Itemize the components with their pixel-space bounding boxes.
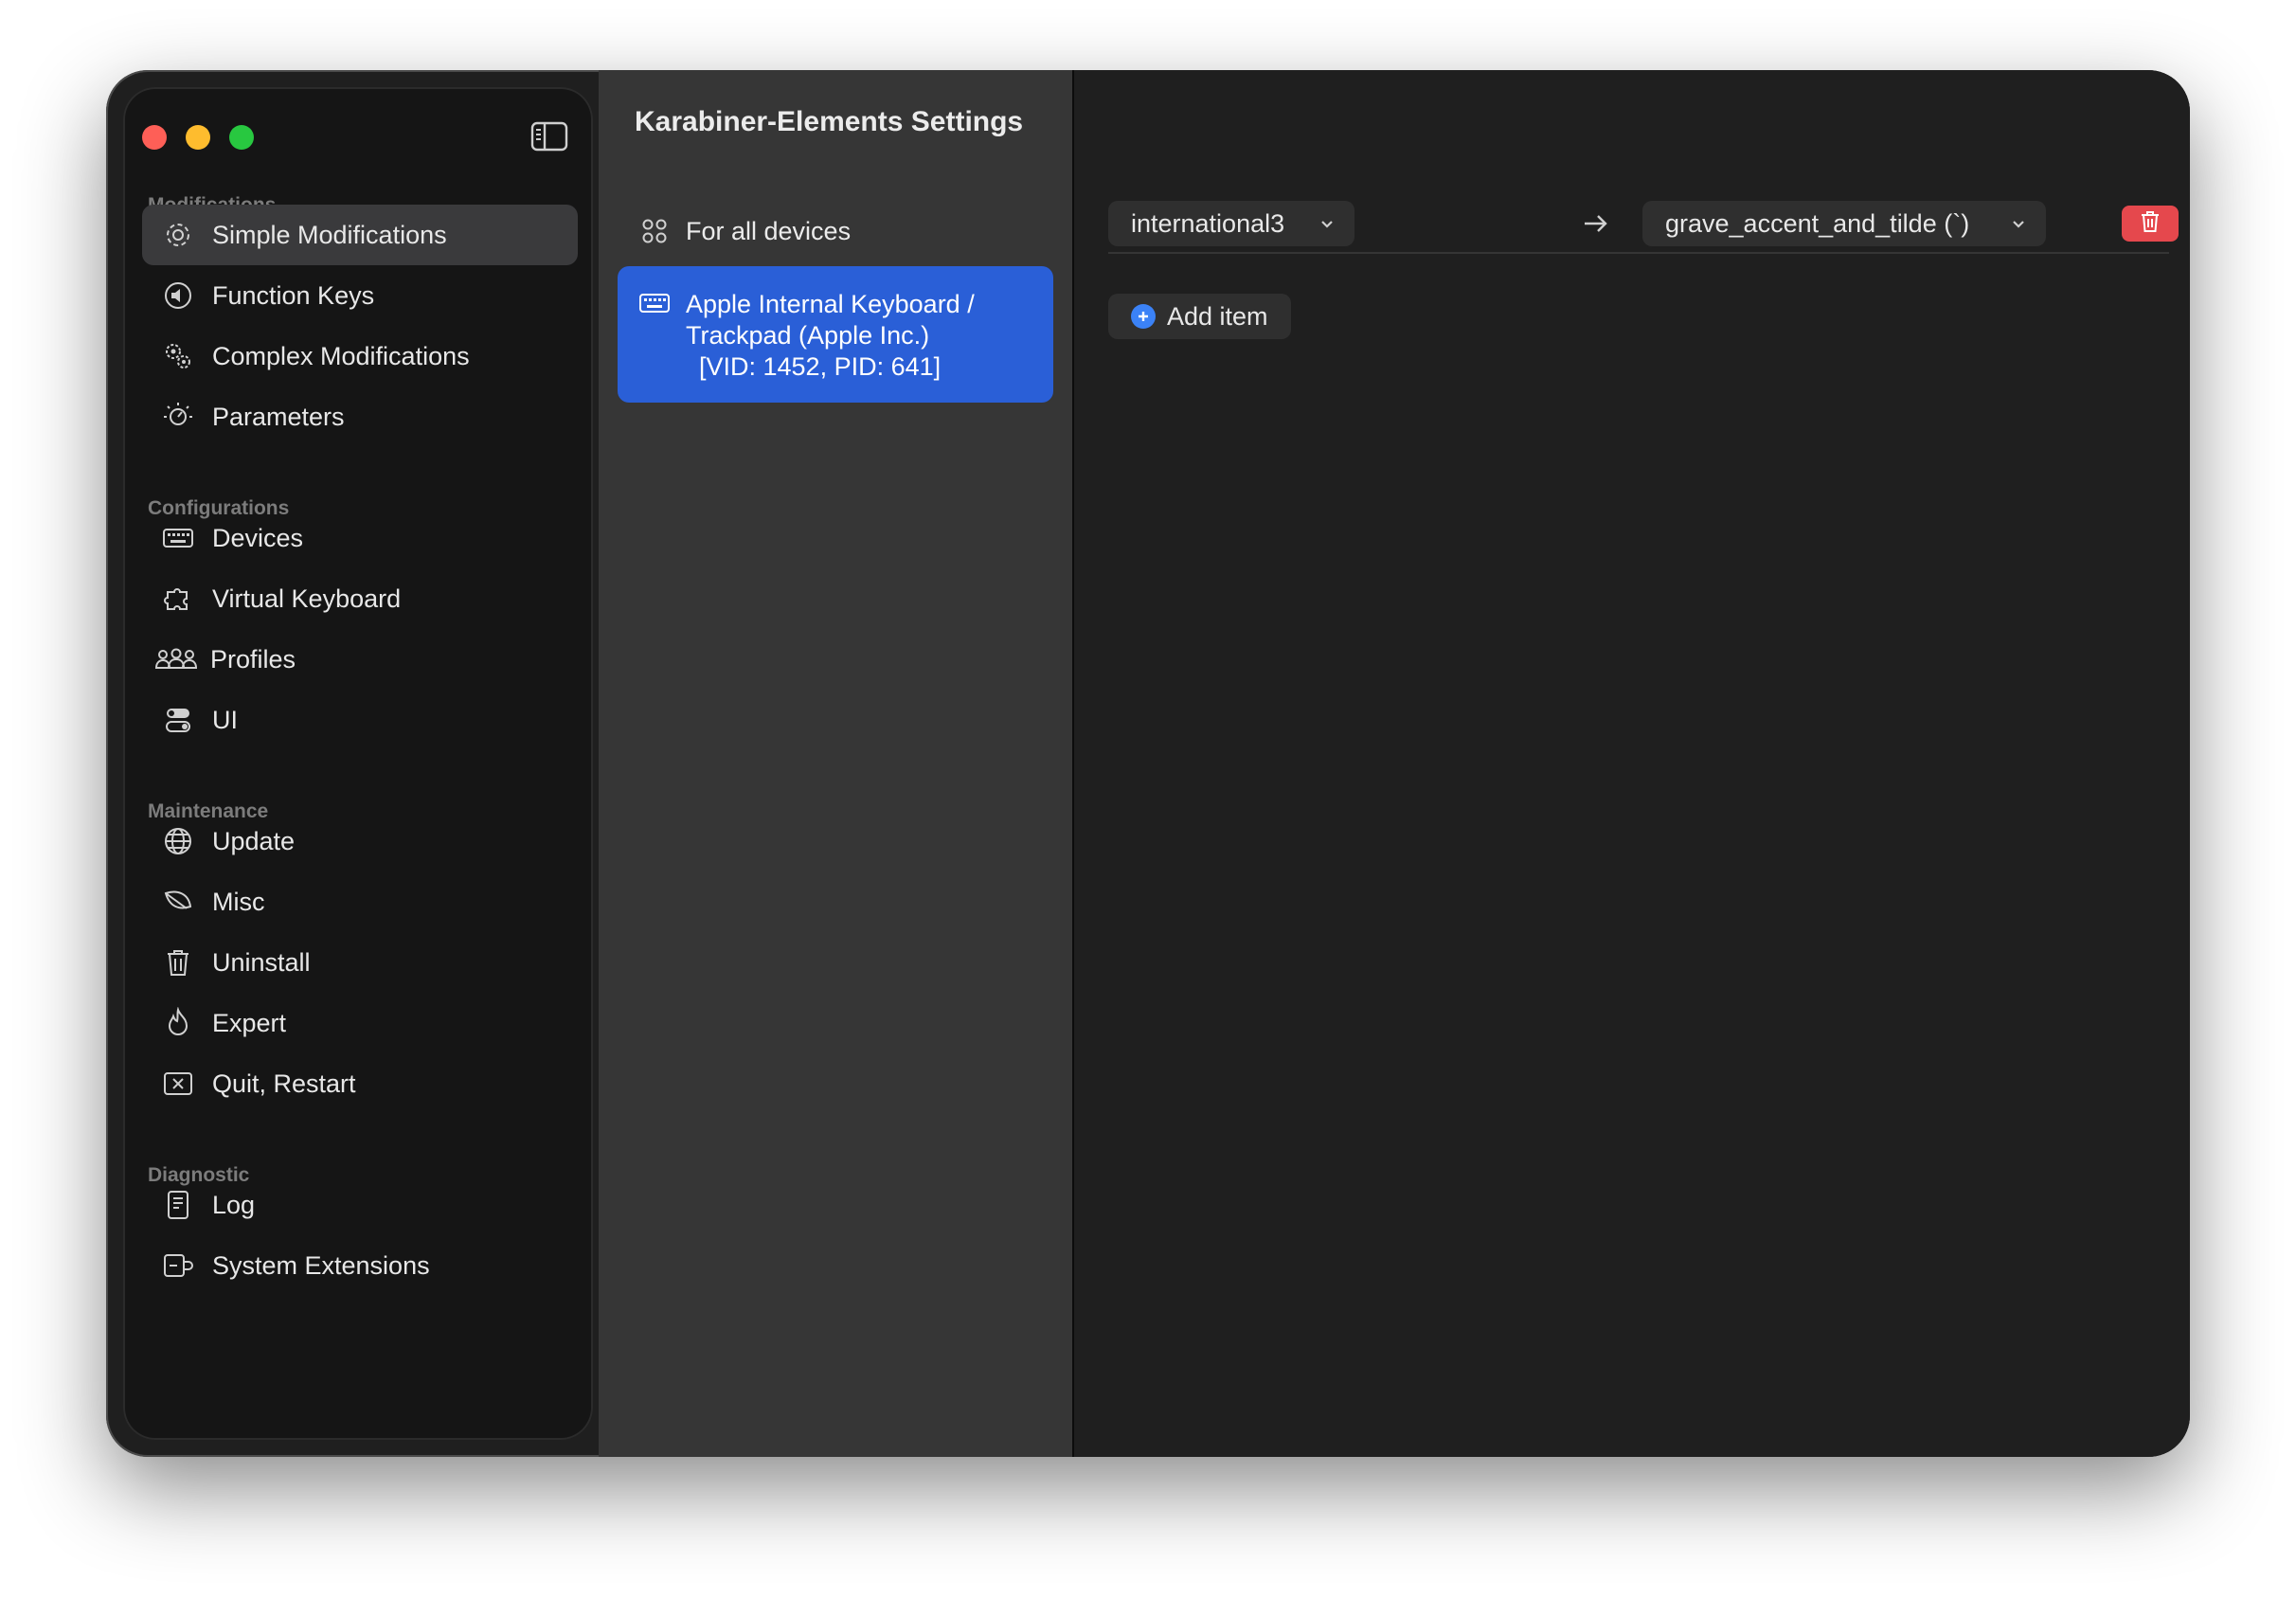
extension-icon [161, 1249, 195, 1283]
switches-icon [161, 703, 195, 737]
sidebar-item-profiles[interactable]: Profiles [142, 629, 578, 690]
sidebar-item-label: Complex Modifications [212, 341, 470, 370]
sidebar-item-label: System Extensions [212, 1250, 430, 1280]
window-title: Karabiner-Elements Settings [635, 106, 1024, 137]
keyboard-icon [161, 521, 195, 555]
trash-icon [161, 945, 195, 979]
gears-icon [161, 339, 195, 373]
sidebar-item-update[interactable]: Update [142, 811, 578, 871]
puzzle-icon [161, 582, 195, 616]
sidebar-item-complex-modifications[interactable]: Complex Modifications [142, 326, 578, 386]
chevron-down-icon [2008, 212, 2029, 233]
document-icon [161, 1188, 195, 1222]
grid-icon [638, 215, 671, 247]
sidebar-item-label: Quit, Restart [212, 1069, 356, 1098]
close-window-button[interactable] [142, 125, 167, 150]
sidebar-item-function-keys[interactable]: Function Keys [142, 265, 578, 326]
sidebar: Modifications Simple Modifications Funct… [123, 87, 593, 1440]
device-item-all-devices[interactable]: For all devices [618, 203, 1053, 260]
sidebar-item-label: Virtual Keyboard [212, 584, 402, 613]
sidebar-item-log[interactable]: Log [142, 1175, 578, 1235]
from-key-value: international3 [1131, 208, 1285, 238]
sidebar-item-label: Expert [212, 1008, 287, 1037]
delete-button[interactable] [2122, 206, 2179, 242]
to-key-value: grave_accent_and_tilde (`) [1665, 208, 1970, 238]
sidebar-item-label: UI [212, 705, 238, 734]
arrow-right-icon [1581, 208, 1611, 239]
device-item-apple-internal-keyboard[interactable]: Apple Internal Keyboard / Trackpad (Appl… [618, 266, 1053, 403]
globe-icon [161, 824, 195, 858]
simple-modifications-pane: international3 grave_accent_and_tilde (`… [1074, 70, 2190, 1457]
to-key-popup[interactable]: grave_accent_and_tilde (`) [1642, 201, 2046, 246]
flame-icon [161, 1006, 195, 1040]
device-name-line1: Apple Internal Keyboard / [686, 290, 975, 318]
add-item-button[interactable]: Add item [1108, 294, 1291, 339]
people-icon [153, 642, 199, 676]
chevron-down-icon [1317, 212, 1337, 233]
sidebar-item-expert[interactable]: Expert [142, 993, 578, 1053]
sidebar-item-label: Update [212, 826, 296, 855]
device-item-label: For all devices [686, 217, 852, 245]
dial-icon [161, 400, 195, 434]
sidebar-item-label: Devices [212, 523, 304, 552]
sidebar-item-simple-modifications[interactable]: Simple Modifications [142, 205, 578, 265]
sidebar-item-label: Misc [212, 887, 265, 916]
sidebar-item-label: Simple Modifications [212, 220, 447, 249]
sidebar-item-quit-restart[interactable]: Quit, Restart [142, 1053, 578, 1114]
sidebar-item-misc[interactable]: Misc [142, 871, 578, 932]
minimize-window-button[interactable] [186, 125, 210, 150]
sidebar-item-ui[interactable]: UI [142, 690, 578, 750]
sidebar-toggle-icon[interactable] [530, 121, 568, 152]
add-item-label: Add item [1167, 301, 1268, 331]
device-list-pane: Karabiner-Elements Settings For all devi… [599, 70, 1074, 1457]
app-window: Modifications Simple Modifications Funct… [106, 70, 2190, 1457]
sidebar-item-label: Parameters [212, 402, 345, 431]
sidebar-item-label: Uninstall [212, 947, 311, 977]
xmark-square-icon [161, 1067, 195, 1101]
sidebar-item-label: Log [212, 1190, 256, 1219]
sidebar-item-label: Profiles [210, 644, 296, 674]
sidebar-item-virtual-keyboard[interactable]: Virtual Keyboard [142, 568, 578, 629]
plus-icon [1131, 304, 1156, 329]
leaf-icon [161, 885, 195, 919]
sidebar-item-system-extensions[interactable]: System Extensions [142, 1235, 578, 1296]
mapping-row-divider [1108, 252, 2169, 254]
sidebar-item-parameters[interactable]: Parameters [142, 386, 578, 447]
sidebar-item-devices[interactable]: Devices [142, 508, 578, 568]
trash-icon [2138, 209, 2162, 239]
gear-icon [161, 218, 195, 252]
speaker-icon [161, 278, 195, 313]
sidebar-item-label: Function Keys [212, 280, 375, 310]
sidebar-item-uninstall[interactable]: Uninstall [142, 932, 578, 993]
device-ids: [VID: 1452, PID: 641] [699, 352, 942, 381]
keyboard-icon [638, 287, 671, 319]
from-key-popup[interactable]: international3 [1108, 201, 1354, 246]
device-name-line2: Trackpad (Apple Inc.) [686, 321, 930, 350]
zoom-window-button[interactable] [229, 125, 254, 150]
